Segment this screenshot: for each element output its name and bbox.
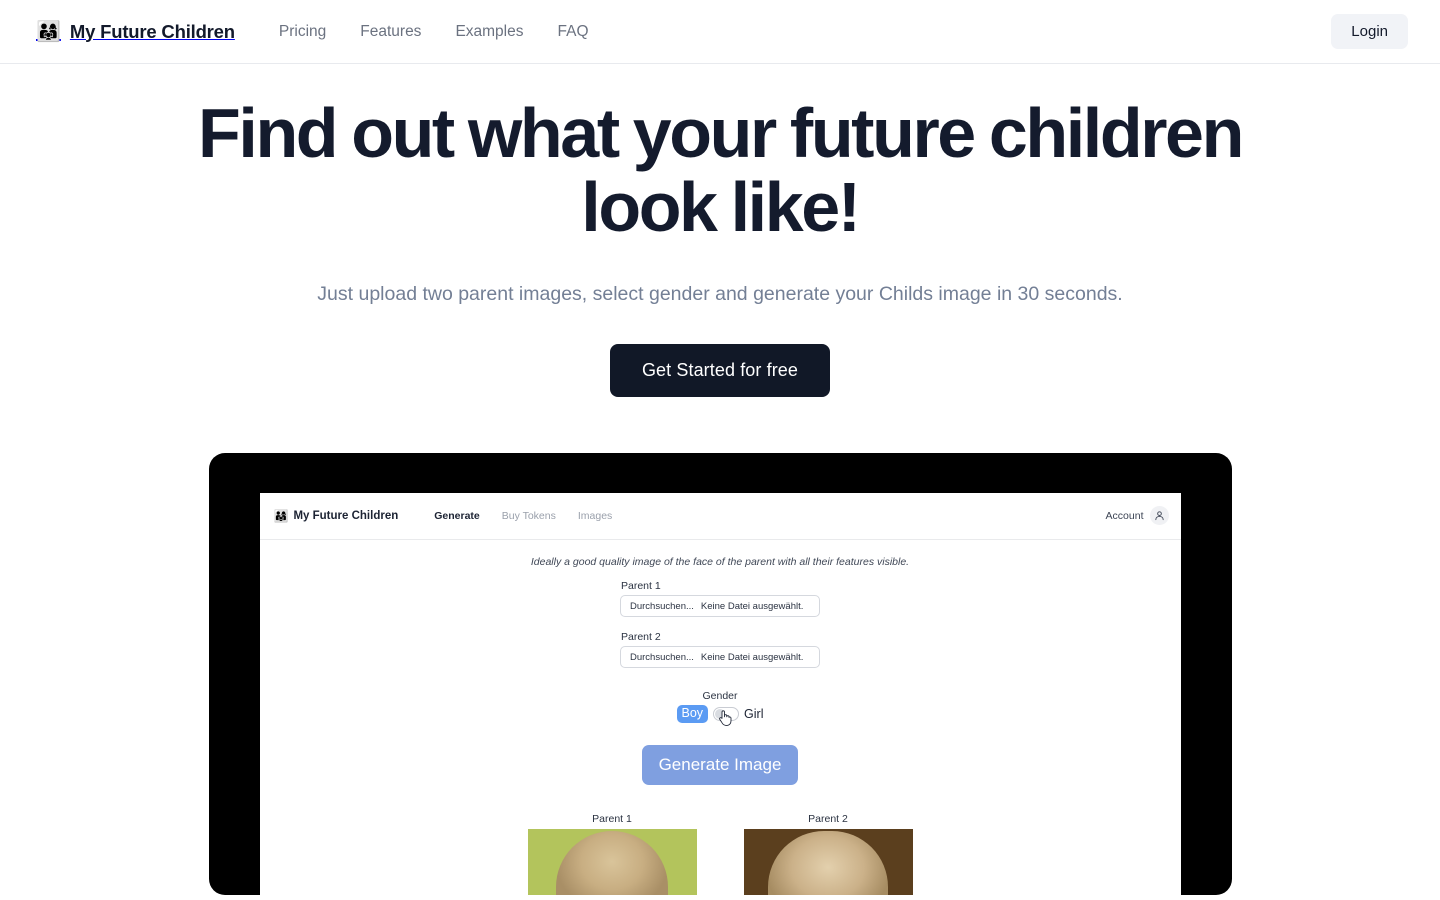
brand-name: My Future Children: [69, 20, 235, 42]
result-parent2: Parent 2: [743, 813, 913, 895]
brand-logo-link[interactable]: 👨‍👩‍👧 My Future Children: [36, 21, 235, 43]
app-nav-generate[interactable]: Generate: [434, 510, 480, 522]
parent2-label: Parent 2: [621, 631, 661, 643]
gender-block: Gender Boy Girl: [260, 690, 1181, 726]
gender-label: Gender: [702, 690, 738, 702]
toggle-knob: [715, 709, 726, 719]
product-screenshot-section: 👨‍👩‍👧 My Future Children Generate Buy To…: [0, 453, 1440, 895]
result-parent2-label: Parent 2: [808, 813, 848, 825]
login-button[interactable]: Login: [1331, 14, 1408, 49]
app-header: 👨‍👩‍👧 My Future Children Generate Buy To…: [259, 493, 1181, 540]
gender-option-boy[interactable]: Boy: [676, 705, 709, 723]
app-body: Ideally a good quality image of the face…: [260, 540, 1181, 895]
get-started-button[interactable]: Get Started for free: [609, 344, 831, 397]
device-frame: 👨‍👩‍👧 My Future Children Generate Buy To…: [208, 453, 1232, 895]
account-label: Account: [1105, 509, 1144, 522]
app-brand[interactable]: 👨‍👩‍👧 My Future Children: [274, 510, 399, 522]
upload-hint: Ideally a good quality image of the face…: [530, 556, 910, 568]
nav-item-pricing[interactable]: Pricing: [279, 23, 326, 41]
person-icon: [1149, 506, 1169, 525]
parent2-photo-content: [768, 831, 888, 895]
family-icon: 👨‍👩‍👧: [273, 509, 289, 523]
site-header: 👨‍👩‍👧 My Future Children Pricing Feature…: [0, 0, 1440, 64]
hero-section: Find out what your future children look …: [0, 64, 1440, 397]
result-parent1: Parent 1: [527, 813, 697, 895]
gender-toggle-row: Boy Girl: [260, 705, 1181, 726]
results-row: Parent 1 Parent 2: [260, 813, 1181, 895]
parent1-file-input[interactable]: Durchsuchen... Keine Datei ausgewählt.: [620, 595, 820, 617]
main-navigation: Pricing Features Examples FAQ: [279, 23, 589, 41]
parent1-label: Parent 1: [621, 580, 661, 592]
device-screen: 👨‍👩‍👧 My Future Children Generate Buy To…: [259, 493, 1181, 895]
hero-subtitle: Just upload two parent images, select ge…: [317, 283, 1123, 305]
cta-container: Get Started for free: [0, 344, 1440, 397]
nav-item-examples[interactable]: Examples: [455, 23, 523, 41]
parent1-photo-content: [556, 831, 668, 895]
parent1-file-status: Keine Datei ausgewählt.: [700, 600, 804, 612]
parent1-browse-button[interactable]: Durchsuchen...: [630, 601, 694, 612]
generate-container: Generate Image: [260, 745, 1181, 785]
nav-item-features[interactable]: Features: [360, 23, 421, 41]
parent2-field-group: Parent 2 Durchsuchen... Keine Datei ausg…: [620, 631, 820, 668]
generate-image-button[interactable]: Generate Image: [641, 745, 799, 785]
account-menu[interactable]: Account: [1106, 506, 1169, 525]
parent2-file-status: Keine Datei ausgewählt.: [700, 651, 804, 663]
parent2-photo: [743, 829, 913, 895]
page-title: Find out what your future children look …: [198, 94, 1244, 246]
app-nav-buy-tokens[interactable]: Buy Tokens: [502, 510, 556, 522]
parent1-photo: [527, 829, 697, 895]
gender-toggle-switch[interactable]: [713, 707, 740, 721]
result-parent1-label: Parent 1: [592, 813, 632, 825]
parent2-file-input[interactable]: Durchsuchen... Keine Datei ausgewählt.: [620, 646, 820, 668]
gender-option-girl[interactable]: Girl: [744, 707, 763, 721]
parent2-browse-button[interactable]: Durchsuchen...: [630, 652, 694, 663]
nav-item-faq[interactable]: FAQ: [558, 23, 589, 41]
parent1-field-group: Parent 1 Durchsuchen... Keine Datei ausg…: [620, 580, 820, 617]
app-navigation: Generate Buy Tokens Images: [434, 510, 612, 522]
family-icon: 👨‍👩‍👧: [36, 20, 61, 43]
app-brand-name: My Future Children: [293, 510, 399, 522]
app-nav-images[interactable]: Images: [578, 510, 612, 522]
